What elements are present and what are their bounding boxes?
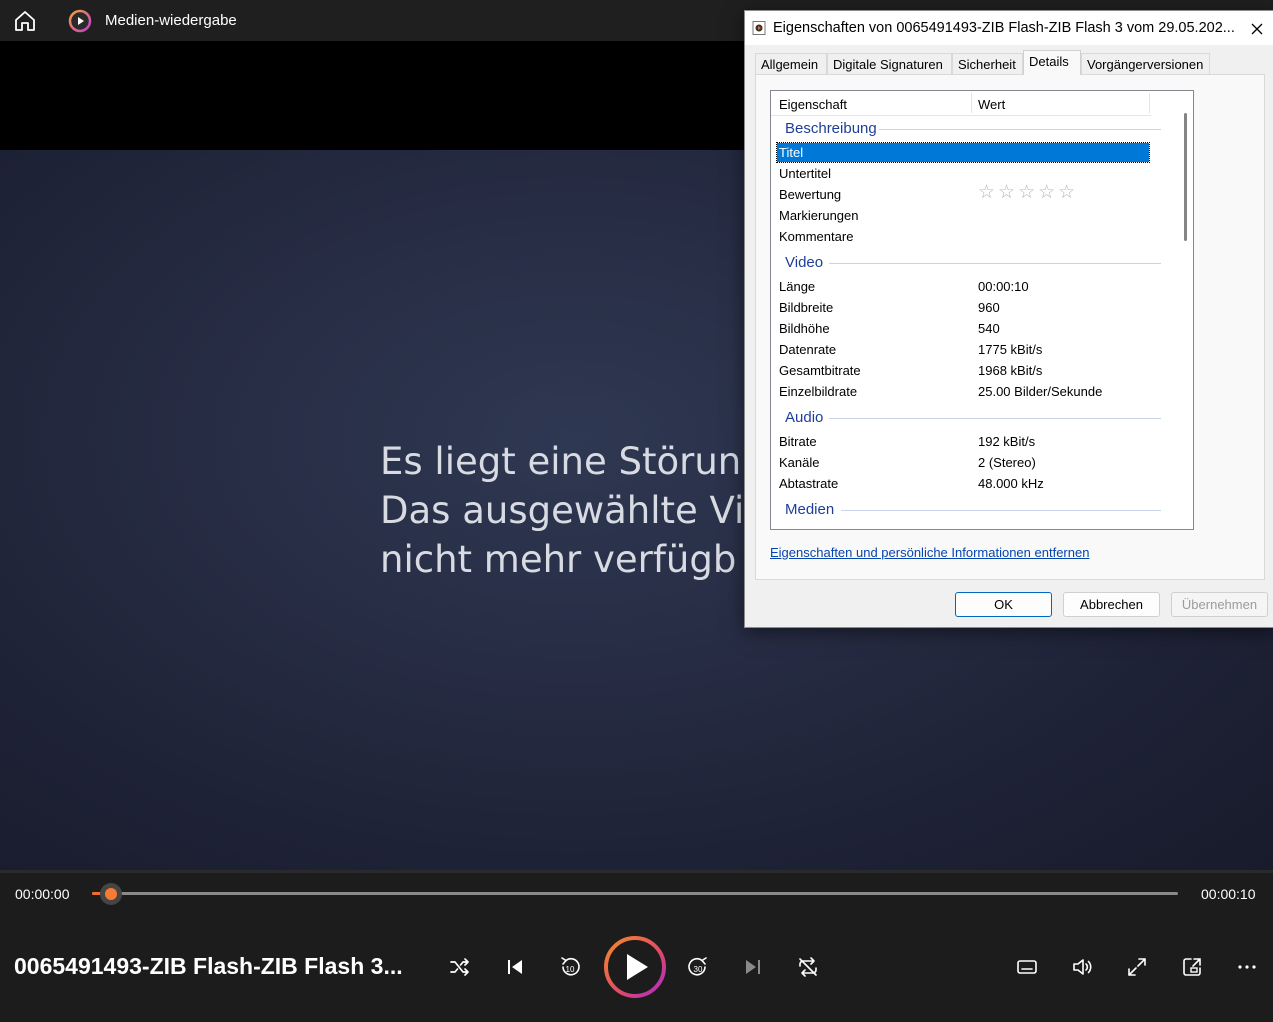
shuffle-icon[interactable]: [446, 953, 474, 981]
media-player-logo-icon: [68, 9, 92, 33]
dialog-titlebar[interactable]: Eigenschaften von 0065491493-ZIB Flash-Z…: [745, 11, 1273, 45]
group-medien: Medien: [785, 501, 835, 518]
dialog-title: Eigenschaften von 0065491493-ZIB Flash-Z…: [773, 20, 1235, 36]
property-key: Kommentare: [779, 229, 854, 244]
close-icon[interactable]: [1245, 17, 1269, 41]
skip-forward-30-icon[interactable]: 30: [684, 953, 712, 981]
group-audio: Audio: [785, 409, 824, 426]
property-row-bewertung[interactable]: Bewertung ☆☆☆☆☆: [777, 183, 1149, 204]
column-separator[interactable]: [971, 93, 972, 113]
property-key: Abtastrate: [779, 476, 839, 491]
video-message-line: Es liegt eine Störun: [380, 440, 742, 483]
property-value: 48.000 kHz: [978, 476, 1044, 491]
property-key: Bitrate: [779, 434, 817, 449]
property-value: 540: [978, 321, 1000, 336]
home-icon[interactable]: [12, 8, 38, 34]
media-player-window: Medien-wiedergabe Es liegt eine Störun D…: [0, 0, 1273, 1022]
group-divider: [841, 510, 1161, 511]
seek-bar[interactable]: [92, 892, 1178, 895]
svg-text:10: 10: [566, 965, 575, 974]
previous-icon[interactable]: [501, 953, 529, 981]
property-row-bitrate[interactable]: Bitrate 192 kBit/s: [777, 432, 1149, 451]
property-key: Einzelbildrate: [779, 384, 858, 399]
rating-stars[interactable]: ☆☆☆☆☆: [978, 183, 1078, 202]
property-row-datenrate[interactable]: Datenrate 1775 kBit/s: [777, 340, 1149, 359]
tab-digitale-signaturen[interactable]: Digitale Signaturen: [827, 53, 952, 74]
scrollbar-thumb[interactable]: [1184, 113, 1187, 241]
property-value: 960: [978, 300, 1000, 315]
group-divider: [879, 129, 1161, 130]
property-key: Untertitel: [779, 166, 832, 181]
next-icon[interactable]: [739, 953, 767, 981]
mini-player-icon[interactable]: [1178, 953, 1206, 981]
column-header-property[interactable]: Eigenschaft: [779, 97, 847, 112]
volume-icon[interactable]: [1068, 953, 1096, 981]
play-icon: [604, 936, 666, 998]
property-row-bildbreite[interactable]: Bildbreite 960: [777, 298, 1149, 317]
property-row-abtastrate[interactable]: Abtastrate 48.000 kHz: [777, 474, 1149, 493]
seek-thumb[interactable]: [100, 883, 122, 905]
skip-back-10-icon[interactable]: 10: [556, 953, 584, 981]
group-divider: [829, 418, 1161, 419]
column-header: Eigenschaft Wert: [771, 91, 1151, 116]
controls-divider: [0, 870, 1273, 873]
property-value: 1968 kBit/s: [978, 363, 1043, 378]
property-row-titel[interactable]: Titel: [776, 142, 1150, 163]
property-key: Länge: [779, 279, 816, 294]
property-key: Datenrate: [779, 342, 837, 357]
property-key: Bildbreite: [779, 300, 834, 315]
time-total: 00:00:10: [1201, 886, 1256, 902]
property-value: 1775 kBit/s: [978, 342, 1043, 357]
property-key: Kanäle: [779, 455, 820, 470]
remove-properties-link[interactable]: Eigenschaften und persönliche Informatio…: [770, 545, 1089, 560]
ok-button[interactable]: OK: [955, 592, 1052, 617]
media-title[interactable]: 0065491493-ZIB Flash-ZIB Flash 3...: [14, 953, 403, 980]
property-row-kanaele[interactable]: Kanäle 2 (Stereo): [777, 453, 1149, 472]
video-error-message: Es liegt eine Störun Das ausgewählte Vi …: [380, 437, 744, 584]
video-message-line: Das ausgewählte Vi: [380, 489, 745, 532]
property-key: Markierungen: [779, 208, 859, 223]
fullscreen-icon[interactable]: [1123, 953, 1151, 981]
property-value: 25.00 Bilder/Sekunde: [978, 384, 1103, 399]
cancel-button[interactable]: Abbrechen: [1063, 592, 1160, 617]
tab-vorgaengerversionen[interactable]: Vorgängerversionen: [1081, 53, 1210, 74]
property-key: Titel: [779, 145, 804, 160]
group-beschreibung: Beschreibung: [785, 120, 877, 137]
property-row-kommentare[interactable]: Kommentare: [777, 227, 1149, 246]
more-options-icon[interactable]: [1233, 953, 1261, 981]
repeat-off-icon[interactable]: [794, 953, 822, 981]
property-key: Bewertung: [779, 187, 842, 202]
time-current: 00:00:00: [15, 886, 70, 902]
property-row-laenge[interactable]: Länge 00:00:10: [777, 277, 1149, 296]
column-header-value[interactable]: Wert: [978, 97, 1005, 112]
subtitles-icon[interactable]: [1013, 953, 1041, 981]
play-button[interactable]: [603, 935, 667, 1004]
properties-list[interactable]: Eigenschaft Wert Beschreibung Titel Unte…: [770, 90, 1194, 530]
property-row-einzelbildrate[interactable]: Einzelbildrate 25.00 Bilder/Sekunde: [777, 382, 1149, 401]
property-key: Bildhöhe: [779, 321, 830, 336]
column-separator[interactable]: [1149, 93, 1150, 113]
video-message-line: nicht mehr verfügb: [380, 538, 737, 581]
media-file-icon: [752, 21, 766, 35]
tab-details[interactable]: Details: [1023, 50, 1081, 75]
property-value: 00:00:10: [978, 279, 1029, 294]
property-key: Gesamtbitrate: [779, 363, 861, 378]
property-value: 2 (Stereo): [978, 455, 1036, 470]
properties-dialog: Eigenschaften von 0065491493-ZIB Flash-Z…: [744, 10, 1273, 628]
property-row-untertitel[interactable]: Untertitel: [777, 164, 1149, 183]
group-video: Video: [785, 254, 824, 271]
property-value: 192 kBit/s: [978, 434, 1036, 449]
property-row-bildhoehe[interactable]: Bildhöhe 540: [777, 319, 1149, 338]
property-row-gesamtbitrate[interactable]: Gesamtbitrate 1968 kBit/s: [777, 361, 1149, 380]
tab-allgemein[interactable]: Allgemein: [755, 53, 827, 74]
property-row-markierungen[interactable]: Markierungen: [777, 206, 1149, 225]
apply-button[interactable]: Übernehmen: [1171, 592, 1268, 617]
svg-text:30: 30: [694, 965, 703, 974]
list-scrollbar[interactable]: [1179, 91, 1193, 529]
group-divider: [829, 263, 1161, 264]
tab-sicherheit[interactable]: Sicherheit: [952, 53, 1023, 74]
app-title: Medien-wiedergabe: [105, 12, 237, 29]
